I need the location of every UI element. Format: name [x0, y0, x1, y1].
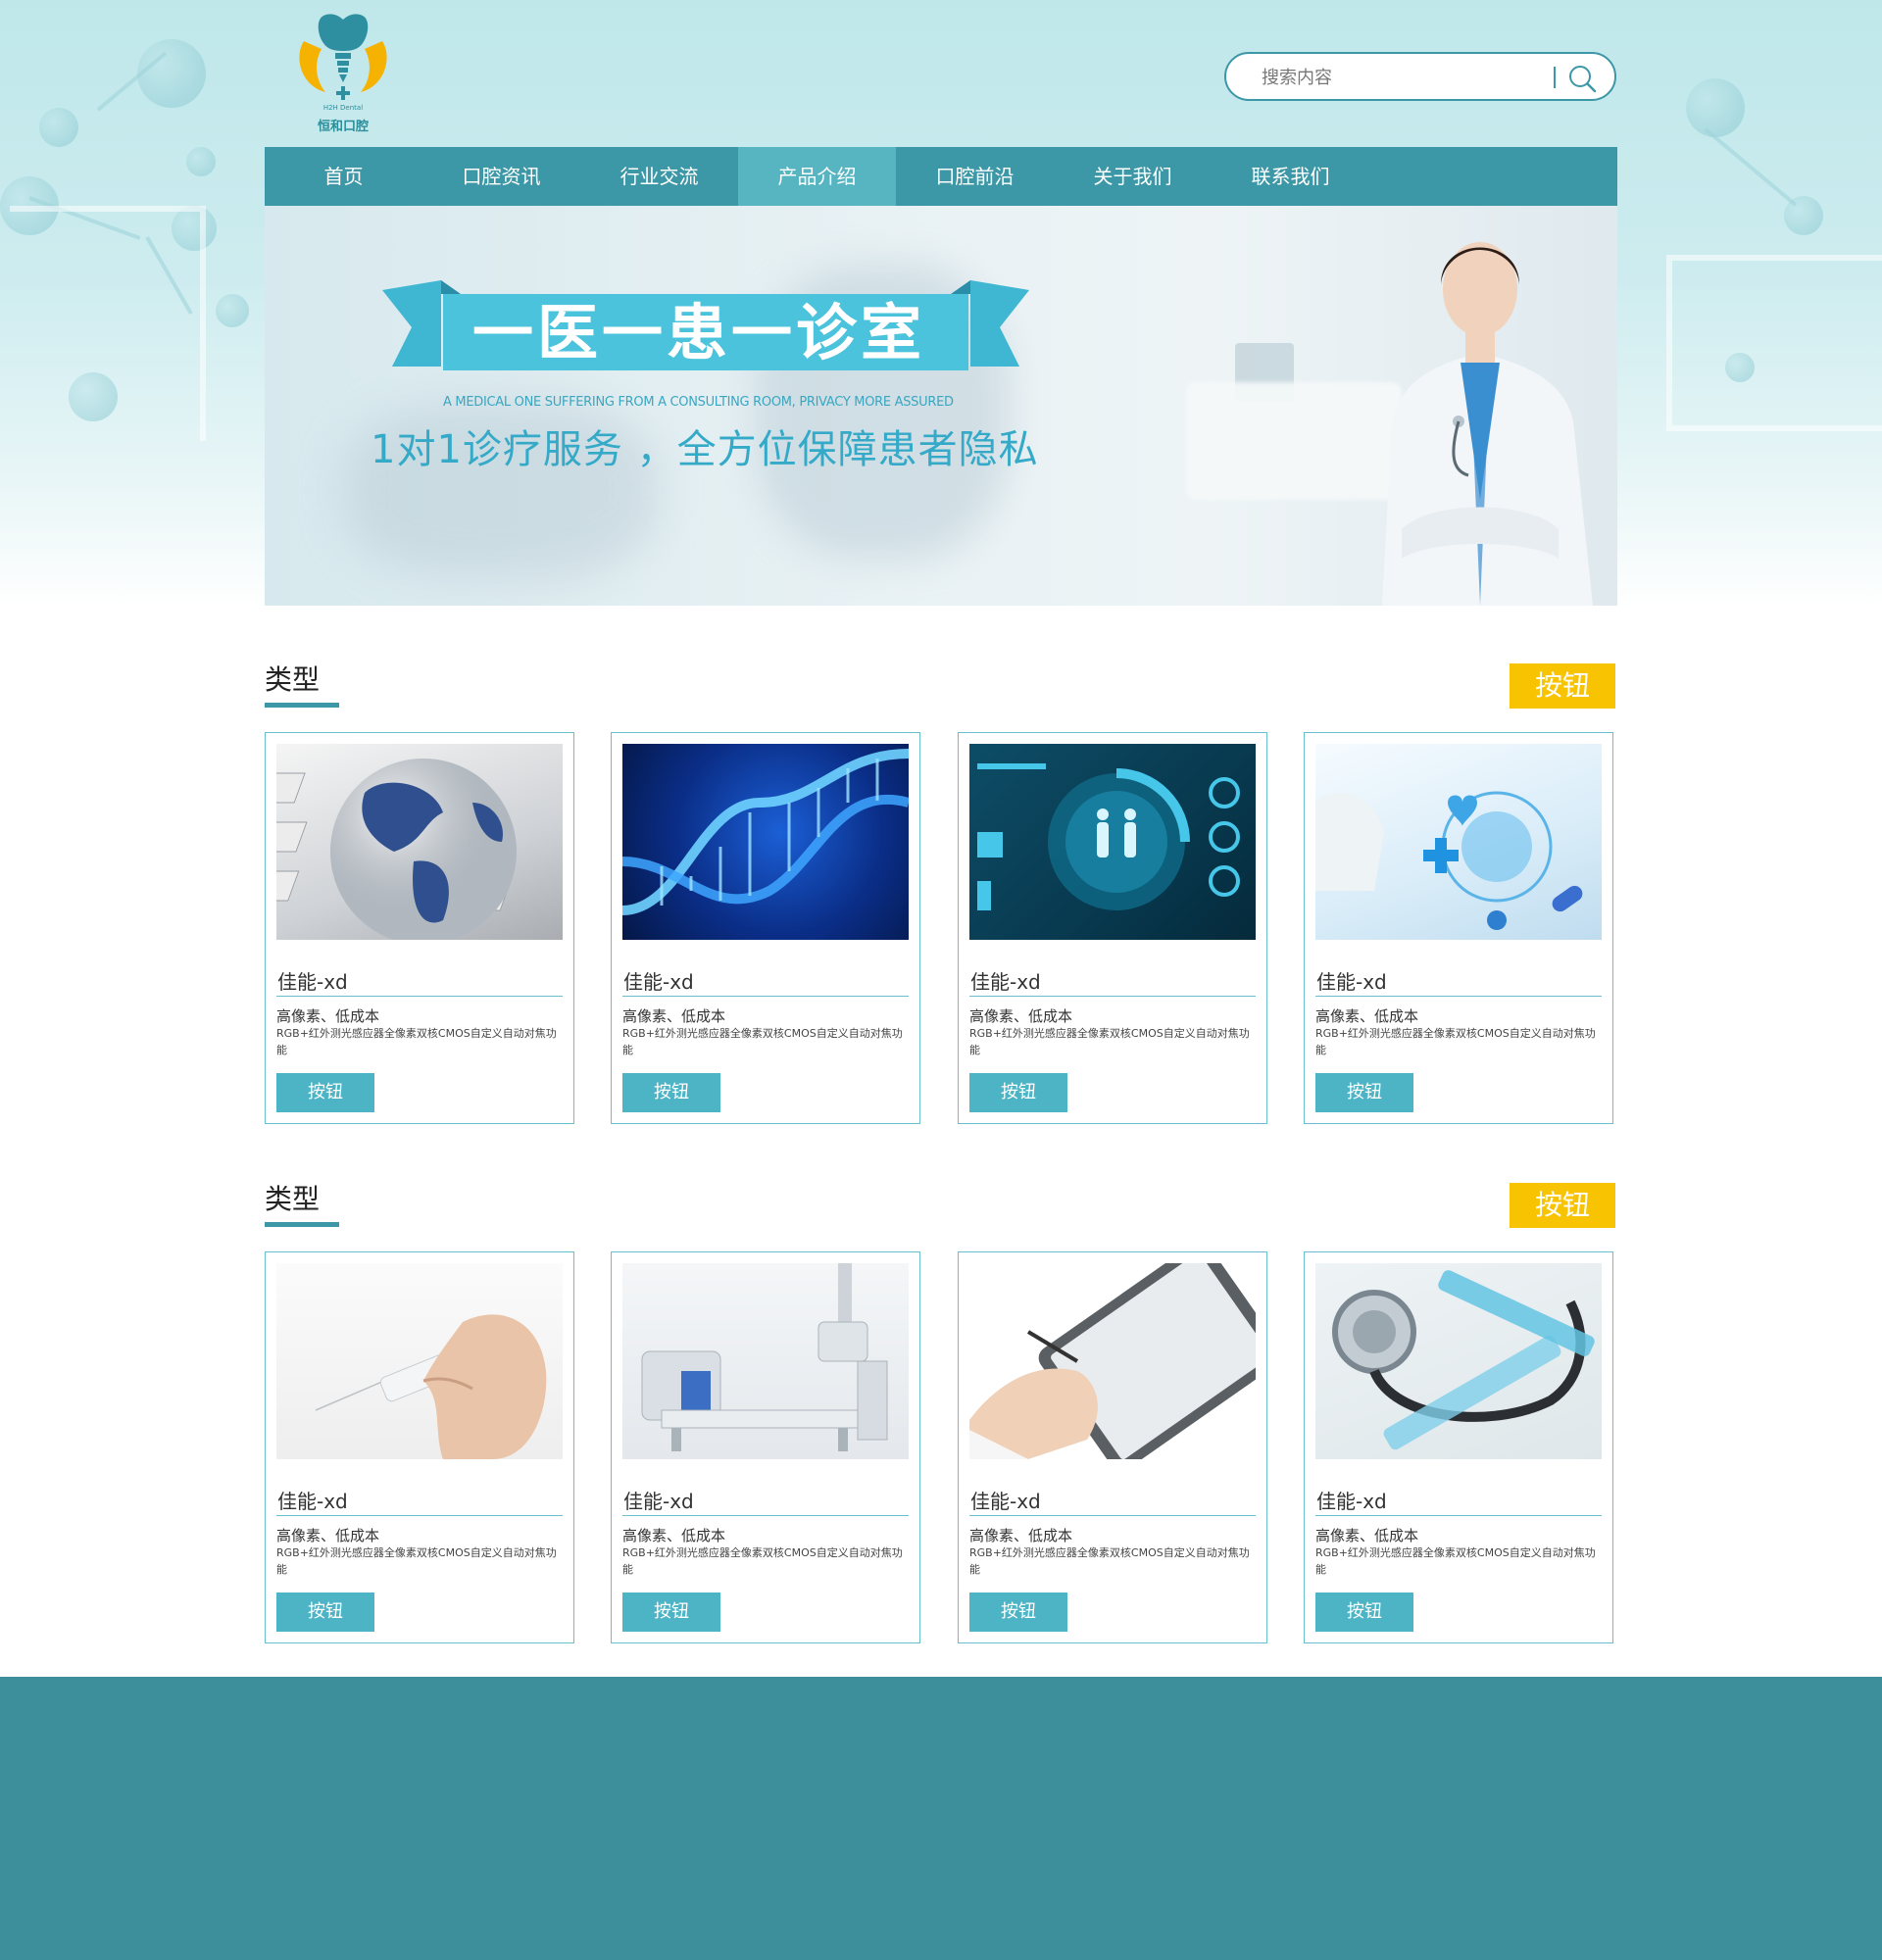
- product-name: 佳能-xd: [1316, 970, 1387, 994]
- doctor-image: [1382, 242, 1593, 606]
- tablet-doctor-image: [969, 1263, 1256, 1459]
- card-divider: [276, 996, 563, 997]
- product-button[interactable]: 按钮: [969, 1592, 1067, 1632]
- nav-item-about-us[interactable]: 关于我们: [1054, 147, 1212, 206]
- section-1-underline: [265, 703, 339, 708]
- product-description: RGB+红外测光感应器全像素双核CMOS自定义自动对焦功能: [969, 1027, 1250, 1056]
- product-card[interactable]: 佳能-xd 高像素、低成本 RGB+红外测光感应器全像素双核CMOS自定义自动对…: [1304, 732, 1613, 1124]
- nav-item-contact-us[interactable]: 联系我们: [1212, 147, 1369, 206]
- product-button[interactable]: 按钮: [969, 1073, 1067, 1112]
- health-dashboard-image: [969, 744, 1256, 940]
- search-divider: [1554, 67, 1556, 88]
- product-card[interactable]: 佳能-xd 高像素、低成本 RGB+红外测光感应器全像素双核CMOS自定义自动对…: [611, 1251, 920, 1643]
- product-button[interactable]: 按钮: [1315, 1592, 1413, 1632]
- product-button[interactable]: 按钮: [622, 1592, 720, 1632]
- product-button[interactable]: 按钮: [276, 1592, 374, 1632]
- xray-machine-image: [622, 1263, 909, 1459]
- brand-logo[interactable]: H2H Dental 恒和口腔: [292, 12, 394, 137]
- nav-item-dental-news[interactable]: 口腔资讯: [422, 147, 580, 206]
- product-button[interactable]: 按钮: [622, 1073, 720, 1112]
- product-subtitle: 高像素、低成本: [969, 1527, 1073, 1544]
- section-2-more-button[interactable]: 按钮: [1510, 1183, 1615, 1228]
- product-description: RGB+红外测光感应器全像素双核CMOS自定义自动对焦功能: [969, 1546, 1250, 1576]
- product-name: 佳能-xd: [277, 1490, 348, 1513]
- globe-keyboard-image: [276, 744, 563, 940]
- medical-hologram-image: [1315, 744, 1602, 940]
- main-nav: 首页 口腔资讯 行业交流 产品介绍 口腔前沿 关于我们 联系我们: [265, 147, 1617, 206]
- card-divider: [969, 996, 1256, 997]
- search-input[interactable]: [1262, 64, 1585, 91]
- brand-name: 恒和口腔: [317, 120, 369, 134]
- product-subtitle: 高像素、低成本: [622, 1007, 726, 1025]
- search-box: [1224, 52, 1616, 101]
- section-2-underline: [265, 1222, 339, 1227]
- product-card[interactable]: 佳能-xd 高像素、低成本 RGB+红外测光感应器全像素双核CMOS自定义自动对…: [958, 1251, 1267, 1643]
- product-subtitle: 高像素、低成本: [276, 1007, 380, 1025]
- tooth-logo-icon: [299, 14, 387, 100]
- section-2-title: 类型: [265, 1178, 339, 1227]
- product-subtitle: 高像素、低成本: [969, 1007, 1073, 1025]
- nav-item-home[interactable]: 首页: [265, 147, 422, 206]
- product-card[interactable]: 佳能-xd 高像素、低成本 RGB+红外测光感应器全像素双核CMOS自定义自动对…: [1304, 1251, 1613, 1643]
- product-subtitle: 高像素、低成本: [1315, 1527, 1419, 1544]
- nav-item-dental-frontier[interactable]: 口腔前沿: [896, 147, 1054, 206]
- product-card[interactable]: 佳能-xd 高像素、低成本 RGB+红外测光感应器全像素双核CMOS自定义自动对…: [958, 732, 1267, 1124]
- product-name: 佳能-xd: [623, 970, 694, 994]
- product-subtitle: 高像素、低成本: [1315, 1007, 1419, 1025]
- product-description: RGB+红外测光感应器全像素双核CMOS自定义自动对焦功能: [1315, 1027, 1596, 1056]
- banner-subtitle: 1对1诊疗服务 ，全方位保障患者隐私: [371, 427, 1039, 472]
- product-description: RGB+红外测光感应器全像素双核CMOS自定义自动对焦功能: [276, 1546, 557, 1576]
- product-description: RGB+红外测光感应器全像素双核CMOS自定义自动对焦功能: [622, 1027, 903, 1056]
- card-divider: [1315, 996, 1602, 997]
- product-description: RGB+红外测光感应器全像素双核CMOS自定义自动对焦功能: [1315, 1546, 1596, 1576]
- product-name: 佳能-xd: [623, 1490, 694, 1513]
- product-name: 佳能-xd: [277, 970, 348, 994]
- card-divider: [622, 1515, 909, 1516]
- hero-banner[interactable]: 一医一患一诊室 A MEDICAL ONE SUFFERING FROM A C…: [265, 206, 1617, 606]
- product-button[interactable]: 按钮: [276, 1073, 374, 1112]
- product-name: 佳能-xd: [1316, 1490, 1387, 1513]
- product-card[interactable]: 佳能-xd 高像素、低成本 RGB+红外测光感应器全像素双核CMOS自定义自动对…: [611, 732, 920, 1124]
- banner-title: 一医一患一诊室: [471, 297, 925, 368]
- nav-item-products[interactable]: 产品介绍: [738, 147, 896, 206]
- card-divider: [276, 1515, 563, 1516]
- nav-item-industry-exchange[interactable]: 行业交流: [580, 147, 738, 206]
- product-description: RGB+红外测光感应器全像素双核CMOS自定义自动对焦功能: [276, 1027, 557, 1056]
- card-divider: [969, 1515, 1256, 1516]
- product-card[interactable]: 佳能-xd 高像素、低成本 RGB+红外测光感应器全像素双核CMOS自定义自动对…: [265, 1251, 574, 1643]
- product-card[interactable]: 佳能-xd 高像素、低成本 RGB+红外测光感应器全像素双核CMOS自定义自动对…: [265, 732, 574, 1124]
- product-subtitle: 高像素、低成本: [276, 1527, 380, 1544]
- brand-sub: H2H Dental: [322, 104, 364, 112]
- section-1-more-button[interactable]: 按钮: [1510, 663, 1615, 709]
- card-divider: [1315, 1515, 1602, 1516]
- banner-subtitle-en: A MEDICAL ONE SUFFERING FROM A CONSULTIN…: [443, 395, 954, 410]
- syringe-hand-image: [276, 1263, 563, 1459]
- product-description: RGB+红外测光感应器全像素双核CMOS自定义自动对焦功能: [622, 1546, 903, 1576]
- product-name: 佳能-xd: [970, 970, 1041, 994]
- card-divider: [622, 996, 909, 997]
- search-icon[interactable]: [1567, 64, 1597, 93]
- product-subtitle: 高像素、低成本: [622, 1527, 726, 1544]
- footer: [0, 1677, 1882, 1960]
- product-button[interactable]: 按钮: [1315, 1073, 1413, 1112]
- stethoscope-syringes-image: [1315, 1263, 1602, 1459]
- section-1-title: 类型: [265, 659, 339, 708]
- dna-helix-image: [622, 744, 909, 940]
- product-name: 佳能-xd: [970, 1490, 1041, 1513]
